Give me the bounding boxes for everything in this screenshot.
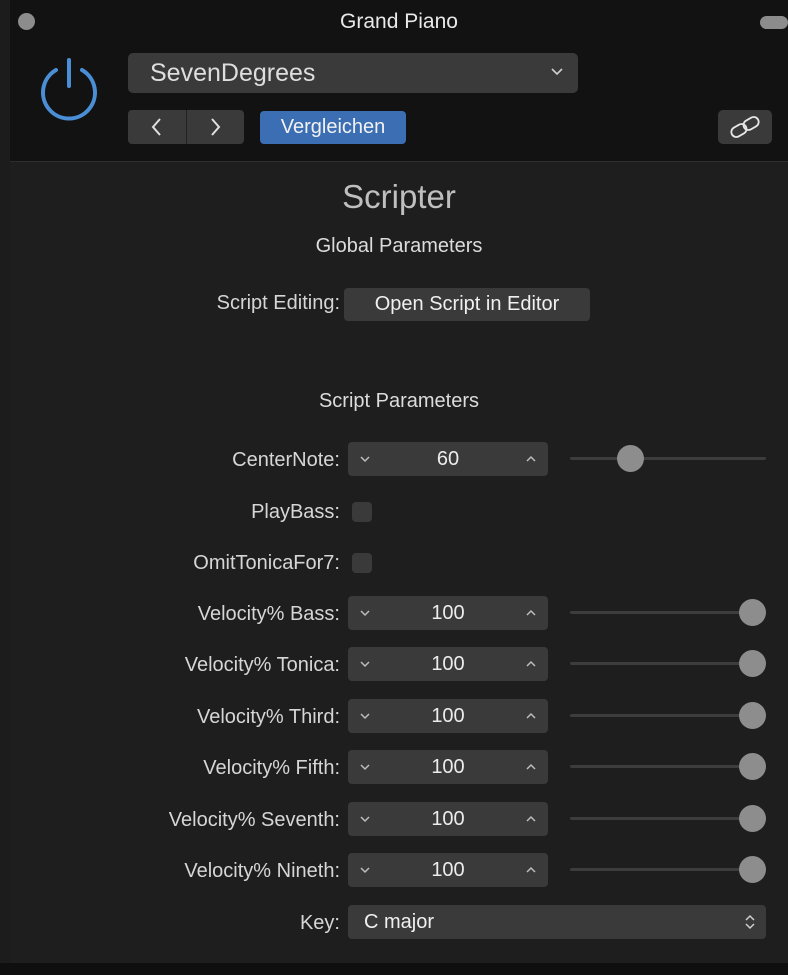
chevron-up-icon[interactable]: [524, 864, 538, 876]
plugin-header: Grand Piano SevenDegrees Vergleichen: [10, 0, 788, 162]
plugin-name: Scripter: [342, 178, 456, 215]
next-preset-button[interactable]: [186, 110, 244, 144]
preset-dropdown[interactable]: SevenDegrees: [128, 53, 578, 93]
plugin-window: Grand Piano SevenDegrees Vergleichen Scr…: [10, 0, 788, 975]
velocity-fifth-label: Velocity% Fifth:: [203, 757, 340, 779]
key-value: C major: [364, 910, 435, 933]
chevron-down-icon[interactable]: [358, 710, 372, 722]
key-select[interactable]: C major: [348, 905, 766, 939]
omit-tonica-label: OmitTonicaFor7:: [193, 552, 340, 574]
velocity-fifth-slider[interactable]: [570, 751, 766, 781]
velocity-tonica-label: Velocity% Tonica:: [184, 654, 340, 676]
link-icon: [730, 116, 760, 138]
chevron-up-icon[interactable]: [524, 710, 538, 722]
velocity-nineth-label: Velocity% Nineth:: [184, 860, 340, 882]
velocity-fifth-value[interactable]: 100: [378, 750, 518, 784]
slider-track: [570, 611, 766, 614]
slider-thumb[interactable]: [739, 599, 766, 626]
velocity-third-value[interactable]: 100: [378, 699, 518, 733]
power-icon[interactable]: [36, 56, 102, 122]
script-parameters-heading: Script Parameters: [318, 390, 480, 412]
chevron-down-icon[interactable]: [358, 864, 372, 876]
velocity-seventh-value[interactable]: 100: [378, 802, 518, 836]
chevron-up-icon[interactable]: [524, 607, 538, 619]
center-note-value[interactable]: 60: [378, 442, 518, 476]
velocity-bass-slider[interactable]: [570, 597, 766, 627]
velocity-seventh-slider[interactable]: [570, 803, 766, 833]
slider-track: [570, 765, 766, 768]
up-down-arrows-icon: [745, 914, 755, 930]
velocity-tonica-stepper: 100: [348, 647, 548, 681]
slider-track: [570, 868, 766, 871]
slider-thumb[interactable]: [739, 702, 766, 729]
compare-button[interactable]: Vergleichen: [260, 111, 406, 144]
slider-track: [570, 457, 766, 460]
velocity-bass-label: Velocity% Bass:: [197, 603, 340, 625]
velocity-bass-stepper: 100: [348, 596, 548, 630]
play-bass-label: PlayBass:: [251, 501, 340, 523]
velocity-seventh-label: Velocity% Seventh:: [168, 809, 340, 831]
velocity-third-label: Velocity% Third:: [196, 706, 340, 728]
slider-track: [570, 662, 766, 665]
preset-navigation: [128, 110, 244, 144]
chevron-up-icon[interactable]: [524, 761, 538, 773]
chevron-down-icon[interactable]: [358, 453, 372, 465]
velocity-tonica-value[interactable]: 100: [378, 647, 518, 681]
window-collapse-button[interactable]: [760, 16, 788, 29]
chevron-down-icon[interactable]: [358, 658, 372, 670]
velocity-third-stepper: 100: [348, 699, 548, 733]
chevron-up-icon[interactable]: [524, 813, 538, 825]
chevron-down-icon: [551, 68, 563, 76]
velocity-nineth-stepper: 100: [348, 853, 548, 887]
previous-preset-button[interactable]: [128, 110, 186, 144]
center-note-stepper: 60: [348, 442, 548, 476]
velocity-nineth-value[interactable]: 100: [378, 853, 518, 887]
slider-thumb[interactable]: [739, 856, 766, 883]
chevron-down-icon[interactable]: [358, 607, 372, 619]
chevron-right-icon: [211, 118, 221, 136]
window-title: Grand Piano: [340, 10, 458, 33]
velocity-third-slider[interactable]: [570, 700, 766, 730]
velocity-fifth-stepper: 100: [348, 750, 548, 784]
slider-thumb[interactable]: [739, 650, 766, 677]
center-note-slider[interactable]: [570, 443, 766, 473]
chevron-up-icon[interactable]: [524, 658, 538, 670]
velocity-seventh-stepper: 100: [348, 802, 548, 836]
open-script-editor-button[interactable]: Open Script in Editor: [344, 288, 590, 321]
link-button[interactable]: [718, 110, 772, 144]
velocity-bass-value[interactable]: 100: [378, 596, 518, 630]
slider-thumb[interactable]: [617, 445, 644, 472]
preset-name: SevenDegrees: [150, 58, 316, 87]
slider-track: [570, 817, 766, 820]
global-parameters-heading: Global Parameters: [315, 235, 483, 257]
chevron-down-icon[interactable]: [358, 761, 372, 773]
chevron-up-icon[interactable]: [524, 453, 538, 465]
chevron-left-icon: [151, 118, 161, 136]
slider-thumb[interactable]: [739, 753, 766, 780]
script-editing-label: Script Editing:: [216, 292, 340, 314]
velocity-nineth-slider[interactable]: [570, 854, 766, 884]
slider-thumb[interactable]: [739, 805, 766, 832]
chevron-down-icon[interactable]: [358, 813, 372, 825]
play-bass-checkbox[interactable]: [352, 502, 372, 522]
omit-tonica-checkbox[interactable]: [352, 553, 372, 573]
velocity-tonica-slider[interactable]: [570, 648, 766, 678]
window-bottom-edge: [0, 963, 788, 975]
center-note-label: CenterNote:: [232, 449, 340, 471]
slider-track: [570, 714, 766, 717]
key-label: Key:: [299, 912, 340, 934]
